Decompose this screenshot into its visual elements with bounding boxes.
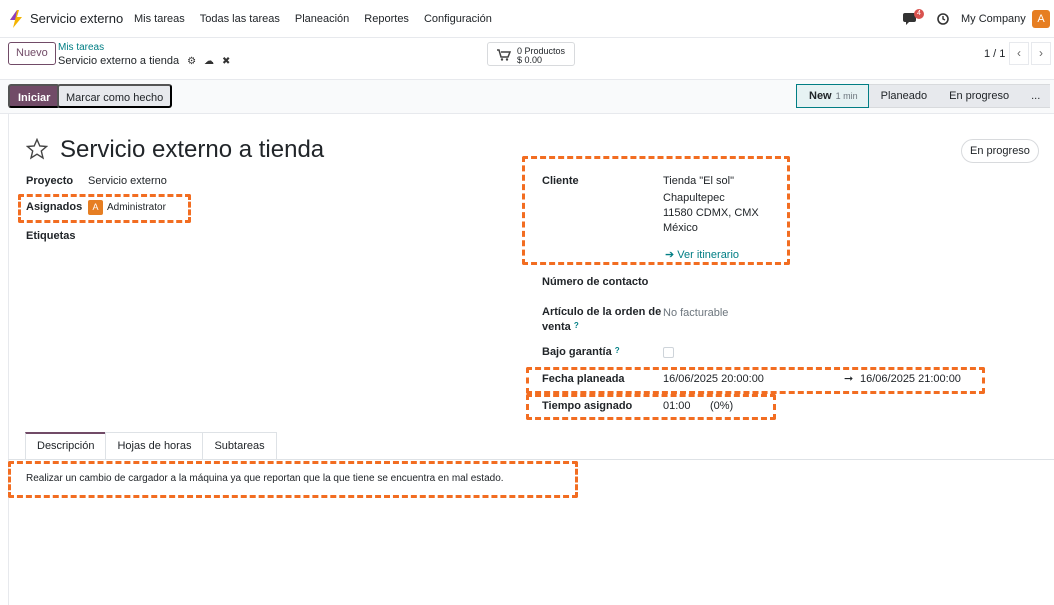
assignee-tag[interactable]: Administrator [107,202,166,213]
menu-configuracion[interactable]: Configuración [424,13,492,25]
task-title[interactable]: Servicio externo a tienda [60,136,324,164]
so-item-field[interactable]: No facturable [663,307,728,319]
breadcrumb-parent[interactable]: Mis tareas [58,42,104,53]
so-item-label: Artículo de la orden de [542,306,662,318]
assigned-label: Asignados [26,201,83,213]
main-menu: Mis tareas Todas las tareas Planeación R… [134,13,507,25]
description-editor[interactable]: Realizar un cambio de cargador a la máqu… [26,473,504,484]
warranty-label: Bajo garantía ? [542,346,620,358]
pager-value[interactable]: 1 / 1 [984,48,1005,60]
cloud-upload-icon[interactable]: ☁ [204,56,214,67]
stage-label: New [809,90,832,102]
arrow-right-icon: ➔ [665,249,678,261]
stage-pipeline: New 1 min Planeado En progreso ... [796,84,1051,108]
chevron-left-icon: ‹ [1017,46,1021,60]
close-icon[interactable]: ✖ [222,56,230,67]
state-button[interactable]: En progreso [961,139,1039,163]
clock-icon[interactable] [937,13,949,25]
gear-icon[interactable]: ⚙ [187,56,196,67]
app-name[interactable]: Servicio externo [30,11,123,26]
help-icon[interactable]: ? [615,346,620,355]
project-label: Proyecto [26,175,74,187]
breadcrumb-current: Servicio externo a tienda [58,55,180,67]
user-avatar[interactable]: A [1032,10,1050,28]
client-label: Cliente [542,175,579,187]
planned-date-start[interactable]: 16/06/2025 20:00:00 [663,373,764,385]
allocated-time-percent: (0%) [710,400,734,412]
star-icon[interactable] [26,138,48,160]
itinerary-link-label: Ver itinerario [677,249,740,261]
pager-previous-button[interactable]: ‹ [1009,42,1029,65]
contact-label: Número de contacto [542,276,649,288]
start-button[interactable]: Iniciar [8,84,61,108]
menu-reportes[interactable]: Reportes [364,13,409,25]
client-line-4: México [663,222,698,234]
breadcrumb: Servicio externo a tienda ⚙ ☁ ✖ [58,55,230,67]
tab-hojas-de-horas[interactable]: Hojas de horas [105,432,204,459]
help-icon[interactable]: ? [574,321,579,330]
notebook-tabs: Descripción Hojas de horas Subtareas [25,432,277,459]
planned-date-label: Fecha planeada [542,373,625,385]
app-logo-icon[interactable] [8,10,24,28]
stage-new[interactable]: New 1 min [796,84,869,108]
project-field[interactable]: Servicio externo [88,175,167,187]
new-button[interactable]: Nuevo [8,42,56,65]
allocated-time-field[interactable]: 01:00 [663,400,691,412]
stage-more[interactable]: ... [1019,84,1051,108]
planned-date-end[interactable]: 16/06/2025 21:00:00 [860,373,961,385]
tab-divider [8,459,1054,460]
mark-done-button[interactable]: Marcar como hecho [57,84,173,108]
stage-planeado[interactable]: Planeado [868,84,938,108]
menu-todas-las-tareas[interactable]: Todas las tareas [200,13,280,25]
so-item-label-text: venta [542,321,571,333]
client-line-2: Chapultepec [663,192,725,204]
assignee-avatar: A [88,200,103,215]
allocated-time-label: Tiempo asignado [542,400,633,412]
warranty-label-text: Bajo garantía [542,346,612,358]
menu-planeacion[interactable]: Planeación [295,13,349,25]
menu-mis-tareas[interactable]: Mis tareas [134,13,185,25]
products-cart-button[interactable]: 0 Productos $ 0.00 [487,42,575,66]
itinerary-link[interactable]: ➔ Ver itinerario [665,248,739,261]
message-count-badge: 4 [914,9,924,19]
warranty-checkbox[interactable] [663,347,674,358]
top-navbar: Servicio externo Mis tareas Todas las ta… [0,0,1054,38]
tab-subtareas[interactable]: Subtareas [202,432,277,459]
pager-next-button[interactable]: › [1031,42,1051,65]
stage-en-progreso[interactable]: En progreso [937,84,1020,108]
tags-label: Etiquetas [26,230,76,242]
stage-duration: 1 min [835,91,858,101]
control-panel: Nuevo Mis tareas Servicio externo a tien… [0,38,1054,80]
client-line-3: 11580 CDMX, CMX [663,207,759,219]
client-line-1[interactable]: Tienda "El sol" [663,175,734,187]
form-sheet [8,114,1054,605]
so-item-label-line2: venta ? [542,321,579,333]
cart-icon [497,49,511,61]
tab-descripcion[interactable]: Descripción [25,432,107,459]
cart-total: $ 0.00 [517,55,543,65]
arrow-right-icon: ➞ [844,373,854,385]
company-switcher[interactable]: My Company [961,13,1026,25]
form-statusbar: Iniciar Marcar como hecho New 1 min Plane… [0,80,1054,114]
chevron-right-icon: › [1039,46,1043,60]
